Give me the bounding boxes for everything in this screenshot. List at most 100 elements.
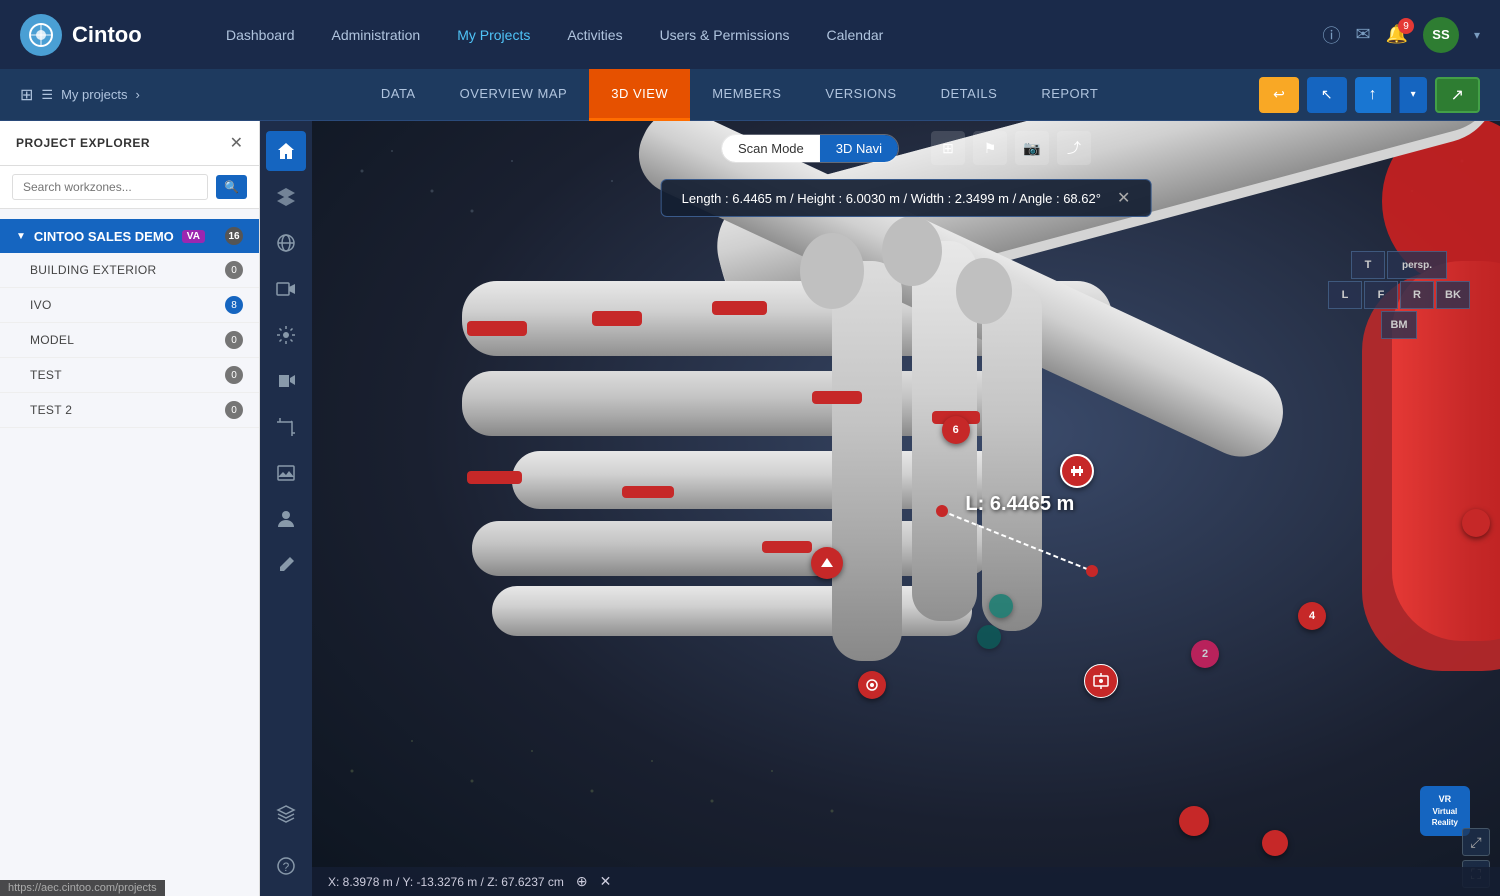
marker-teal-2[interactable] <box>977 625 1001 649</box>
user-avatar[interactable]: SS <box>1423 17 1459 53</box>
tab-details[interactable]: DETAILS <box>919 69 1020 121</box>
record-icon-btn[interactable] <box>266 361 306 401</box>
project-count-badge: 16 <box>225 227 243 245</box>
tooltip-close-button[interactable]: ✕ <box>1117 188 1130 208</box>
nav-activities[interactable]: Activities <box>551 19 638 51</box>
camera-button[interactable]: 📷 <box>1015 131 1049 165</box>
workzone-test[interactable]: TEST 0 <box>0 358 259 393</box>
nav-cube-bm[interactable]: BM <box>1381 311 1417 339</box>
nav-cube-l[interactable]: L <box>1328 281 1362 309</box>
export-button[interactable]: ↗ <box>1435 77 1480 113</box>
expand-button[interactable]: ⤢ <box>1462 828 1490 856</box>
marker-4[interactable]: 4 <box>1298 602 1326 630</box>
tab-overview-map[interactable]: OVERVIEW MAP <box>438 69 590 121</box>
nav-users-permissions[interactable]: Users & Permissions <box>644 19 806 51</box>
cursor-button[interactable]: ↖ <box>1307 77 1347 113</box>
tab-navigation: DATA OVERVIEW MAP 3D VIEW MEMBERS VERSIO… <box>220 69 1259 121</box>
nav-cube-bk[interactable]: BK <box>1436 281 1470 309</box>
nav-cube-persp[interactable]: persp. <box>1387 251 1447 279</box>
search-button[interactable]: 🔍 <box>216 175 247 199</box>
info-button[interactable]: ⓘ <box>1322 22 1340 48</box>
workzone-test2[interactable]: TEST 2 0 <box>0 393 259 428</box>
video-icon-btn[interactable] <box>266 269 306 309</box>
nav-cube-bottom-row: BM <box>1381 311 1417 339</box>
workzone-name: TEST 2 <box>30 403 225 417</box>
url-bar: https://aec.cintoo.com/projects <box>0 880 165 896</box>
sidebar-title: PROJECT EXPLORER <box>16 136 150 150</box>
marker-side-1[interactable] <box>1462 509 1490 537</box>
view-controls-top: Scan Mode 3D Navi ⊞ ⚑ 📷 ⤴ <box>721 131 1091 165</box>
breadcrumb-label[interactable]: My projects <box>61 87 127 102</box>
workzone-name: IVO <box>30 298 225 312</box>
workzone-name: MODEL <box>30 333 225 347</box>
logo[interactable]: Cintoo <box>20 14 180 56</box>
nav-my-projects[interactable]: My Projects <box>441 19 546 51</box>
search-bar: 🔍 <box>0 166 259 209</box>
scan-mode-button[interactable]: Scan Mode <box>722 135 820 162</box>
workzone-model[interactable]: MODEL 0 <box>0 323 259 358</box>
upload-dropdown[interactable]: ▾ <box>1399 77 1427 113</box>
logo-icon <box>20 14 62 56</box>
nav-cube-f[interactable]: F <box>1364 281 1398 309</box>
nav-calendar[interactable]: Calendar <box>810 19 899 51</box>
crop-icon-btn[interactable] <box>266 407 306 447</box>
sidebar-close-button[interactable]: ✕ <box>230 133 243 153</box>
main-navigation: Dashboard Administration My Projects Act… <box>210 19 1292 51</box>
notifications-button[interactable]: 🔔 9 <box>1386 24 1408 45</box>
upload-button[interactable]: ↑ <box>1355 77 1391 113</box>
project-group: ▼ CINTOO SALES DEMO VA 16 BUILDING EXTER… <box>0 209 259 438</box>
pencil-icon-btn[interactable] <box>266 545 306 585</box>
marker-6[interactable]: 6 <box>942 416 970 444</box>
workzone-name: TEST <box>30 368 225 382</box>
export-icon: ↗ <box>1451 85 1464 105</box>
grid-view-button[interactable]: ⊞ <box>931 131 965 165</box>
nav-dashboard[interactable]: Dashboard <box>210 19 311 51</box>
tab-versions[interactable]: VERSIONS <box>803 69 918 121</box>
workzone-count: 0 <box>225 331 243 349</box>
workzone-ivo[interactable]: IVO 8 <box>0 288 259 323</box>
tab-data[interactable]: DATA <box>359 69 438 121</box>
marker-tool-1[interactable] <box>811 547 843 579</box>
secondary-navigation: ⊞ ☰ My projects › DATA OVERVIEW MAP 3D V… <box>0 69 1500 121</box>
copy-coordinates-button[interactable]: ⊕ <box>576 873 588 890</box>
workzone-count: 8 <box>225 296 243 314</box>
tab-members[interactable]: MEMBERS <box>690 69 803 121</box>
tab-3d-view[interactable]: 3D VIEW <box>589 69 690 121</box>
3d-view-panel[interactable]: Scan Mode 3D Navi ⊞ ⚑ 📷 ⤴ Length : 6.446… <box>312 121 1500 896</box>
workzone-building-exterior[interactable]: BUILDING EXTERIOR 0 <box>0 253 259 288</box>
share-button[interactable]: ⤴ <box>1057 131 1091 165</box>
annotate-button[interactable]: ↩ <box>1259 77 1299 113</box>
breadcrumb-icon: ☰ <box>41 87 53 103</box>
person-icon-btn[interactable] <box>266 499 306 539</box>
marker-teal-1[interactable] <box>989 594 1013 618</box>
chevron-down-icon: ▼ <box>16 231 26 242</box>
breadcrumb-arrow: › <box>136 87 140 102</box>
layers-icon-btn[interactable] <box>266 177 306 217</box>
vr-sublabel: VirtualReality <box>1432 807 1458 828</box>
avatar-dropdown[interactable]: ▾ <box>1474 28 1480 42</box>
stack-icon-btn[interactable] <box>266 794 306 834</box>
help-icon-btn[interactable]: ? <box>266 846 306 886</box>
nav-cube-t[interactable]: T <box>1351 251 1385 279</box>
globe-icon-btn[interactable] <box>266 223 306 263</box>
picture-icon-btn[interactable] <box>266 453 306 493</box>
close-coordinates-button[interactable]: ✕ <box>600 873 612 890</box>
settings-icon-btn[interactable] <box>266 315 306 355</box>
grid-icon: ⊞ <box>20 85 33 105</box>
project-header[interactable]: ▼ CINTOO SALES DEMO VA 16 <box>0 219 259 253</box>
flag-button[interactable]: ⚑ <box>973 131 1007 165</box>
3d-navi-button[interactable]: 3D Navi <box>820 135 898 162</box>
app-name: Cintoo <box>72 22 142 48</box>
nav-administration[interactable]: Administration <box>316 19 437 51</box>
va-badge: VA <box>182 230 205 243</box>
project-list: ▼ CINTOO SALES DEMO VA 16 BUILDING EXTER… <box>0 209 259 896</box>
home-icon-btn[interactable] <box>266 131 306 171</box>
upload-icon: ↑ <box>1369 86 1377 104</box>
measurement-text: Length : 6.4465 m / Height : 6.0030 m / … <box>682 191 1101 206</box>
tab-report[interactable]: REPORT <box>1019 69 1120 121</box>
mail-button[interactable]: ✉ <box>1355 24 1370 45</box>
workzone-name: BUILDING EXTERIOR <box>30 263 225 277</box>
nav-cube-r[interactable]: R <box>1400 281 1434 309</box>
marker-scan-1[interactable] <box>1084 664 1118 698</box>
search-input[interactable] <box>12 174 208 200</box>
